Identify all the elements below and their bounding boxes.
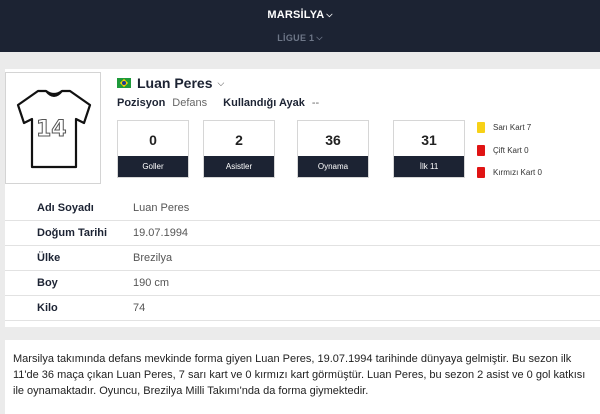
- detail-value: 19.07.1994: [133, 227, 189, 239]
- stat-value: 36: [325, 132, 341, 148]
- table-row: Boy 190 cm: [5, 271, 600, 296]
- red-card-item: Kırmızı Kart 0: [477, 167, 542, 178]
- player-bio: Marsilya takımında defans mevkinde forma…: [5, 340, 600, 414]
- team-selector[interactable]: MARSİLYA ⌵: [0, 9, 600, 21]
- player-name-selector[interactable]: Luan Peres ⌵: [117, 74, 224, 92]
- yellow-card-item: Sarı Kart 7: [477, 122, 531, 133]
- stat-goals: 0 Goller: [117, 120, 189, 178]
- stat-appearances: 36 Oynama: [297, 120, 369, 178]
- yellow-card-icon: [477, 122, 485, 133]
- stat-assists: 2 Asistler: [203, 120, 275, 178]
- stat-label: Asistler: [204, 156, 274, 177]
- detail-key: Doğum Tarihi: [37, 227, 108, 239]
- player-details-table: Adı Soyadı Luan Peres Doğum Tarihi 19.07…: [5, 196, 600, 321]
- double-card-icon: [474, 142, 485, 156]
- detail-key: Ülke: [37, 252, 61, 264]
- jersey-image: 14: [5, 72, 101, 184]
- detail-key: Boy: [37, 277, 58, 289]
- player-info-row: Pozisyon Defans Kullandığı Ayak --: [117, 97, 319, 109]
- league-name: LİGUE 1: [277, 33, 315, 43]
- foot-value: --: [311, 97, 320, 109]
- red-card-label: Kırmızı Kart 0: [493, 168, 542, 177]
- chevron-down-icon: ⌵: [316, 33, 323, 42]
- red-card-icon: [477, 167, 485, 178]
- stat-starts: 31 İlk 11: [393, 120, 465, 178]
- detail-value: 74: [133, 302, 146, 314]
- detail-value: 190 cm: [133, 277, 170, 289]
- stat-label: Oynama: [298, 156, 368, 177]
- brazil-flag-icon: [117, 78, 131, 88]
- detail-key: Adı Soyadı: [37, 202, 94, 214]
- stat-label: Goller: [118, 156, 188, 177]
- stat-value: 2: [235, 132, 243, 148]
- bio-text: Marsilya takımında defans mevkinde forma…: [13, 353, 586, 397]
- chevron-down-icon: ⌵: [217, 77, 225, 88]
- top-navigation: MARSİLYA ⌵ LİGUE 1 ⌵: [0, 0, 600, 52]
- stat-value: 0: [149, 132, 157, 148]
- stat-label: İlk 11: [394, 156, 464, 177]
- detail-value: Luan Peres: [133, 202, 190, 214]
- team-name: MARSİLYA: [267, 9, 325, 21]
- double-card-item: Çift Kart 0: [474, 142, 529, 156]
- table-row: Ülke Brezilya: [5, 246, 600, 271]
- jersey-number: 14: [36, 117, 68, 143]
- player-name: Luan Peres: [137, 75, 213, 91]
- table-row: Kilo 74: [5, 296, 600, 321]
- foot-label: Kullandığı Ayak: [223, 97, 305, 109]
- position-value: Defans: [172, 97, 208, 109]
- detail-key: Kilo: [37, 302, 58, 314]
- chevron-down-icon: ⌵: [326, 10, 333, 19]
- stat-value: 31: [421, 132, 437, 148]
- league-selector[interactable]: LİGUE 1 ⌵: [0, 33, 600, 43]
- double-card-label: Çift Kart 0: [493, 146, 529, 155]
- yellow-card-label: Sarı Kart 7: [493, 123, 532, 132]
- detail-value: Brezilya: [133, 252, 173, 264]
- position-label: Pozisyon: [117, 97, 166, 109]
- table-row: Adı Soyadı Luan Peres: [5, 196, 600, 221]
- table-row: Doğum Tarihi 19.07.1994: [5, 221, 600, 246]
